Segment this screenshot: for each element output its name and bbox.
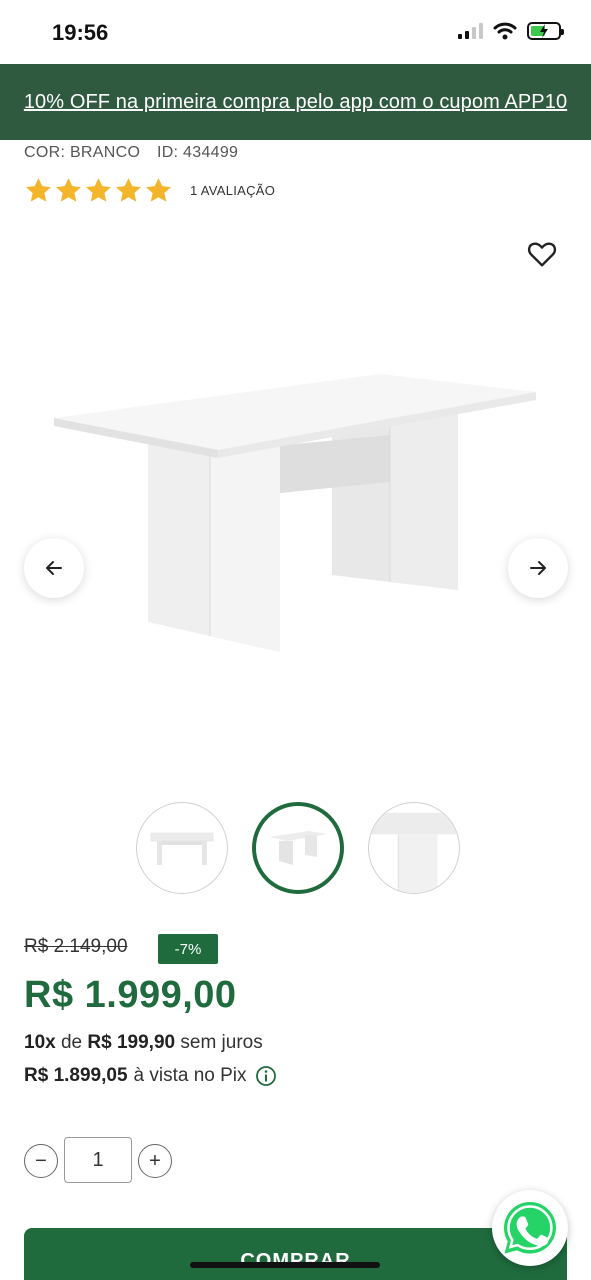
home-indicator xyxy=(190,1262,380,1268)
star-icon xyxy=(116,178,141,202)
wifi-icon xyxy=(493,22,517,40)
heart-icon[interactable] xyxy=(525,238,559,270)
buy-button[interactable]: COMPRAR xyxy=(24,1228,567,1280)
product-rating[interactable]: 1 AVALIAÇÃO xyxy=(24,176,275,205)
gallery-next-button[interactable] xyxy=(508,538,568,598)
status-bar: 19:56 xyxy=(0,0,591,64)
whatsapp-button[interactable] xyxy=(492,1190,568,1266)
info-icon[interactable] xyxy=(255,1065,277,1087)
status-icons xyxy=(458,22,564,40)
quantity-decrease-button[interactable]: − xyxy=(24,1144,58,1178)
quantity-increase-button[interactable]: + xyxy=(138,1144,172,1178)
installments-suffix: sem juros xyxy=(180,1032,263,1053)
thumbnail-1[interactable] xyxy=(136,802,228,894)
battery-icon xyxy=(527,22,564,40)
discount-badge: -7% xyxy=(158,934,218,964)
promo-banner[interactable]: 10% OFF na primeira compra pelo app com … xyxy=(0,64,591,140)
installments-info: 10x de R$ 199,90 sem juros xyxy=(24,1032,263,1054)
arrow-right-icon xyxy=(530,561,546,575)
old-price: R$ 2.149,00 xyxy=(24,936,128,957)
thumbnail-3[interactable] xyxy=(368,802,460,894)
thumbnail-2[interactable] xyxy=(252,802,344,894)
status-time: 19:56 xyxy=(52,20,109,45)
product-image xyxy=(54,374,536,652)
promo-text[interactable]: 10% OFF na primeira compra pelo app com … xyxy=(24,89,567,116)
gallery-prev-button[interactable] xyxy=(24,538,84,598)
installments-count: 10x xyxy=(24,1032,56,1053)
star-icon xyxy=(86,178,111,202)
product-color: COR: BRANCO xyxy=(24,144,141,161)
quantity-input[interactable] xyxy=(64,1137,132,1183)
signal-icon xyxy=(458,23,483,39)
reviews-count[interactable]: 1 AVALIAÇÃO xyxy=(190,183,275,198)
star-icon xyxy=(56,178,81,202)
thumbnail-strip xyxy=(136,802,460,894)
star-icon xyxy=(146,178,171,202)
pix-suffix: à vista no Pix xyxy=(133,1065,247,1086)
pix-price: R$ 1.899,05 xyxy=(24,1065,128,1086)
installments-of: de xyxy=(60,1032,83,1053)
product-meta: COR: BRANCO ID: 434499 xyxy=(24,144,238,162)
installment-value: R$ 199,90 xyxy=(87,1032,176,1053)
arrow-left-icon xyxy=(46,561,62,575)
product-id: ID: 434499 xyxy=(156,144,239,161)
current-price: R$ 1.999,00 xyxy=(24,974,237,1016)
pix-info: R$ 1.899,05 à vista no Pix xyxy=(24,1065,277,1087)
whatsapp-icon xyxy=(499,1197,561,1259)
star-icon xyxy=(26,178,51,202)
